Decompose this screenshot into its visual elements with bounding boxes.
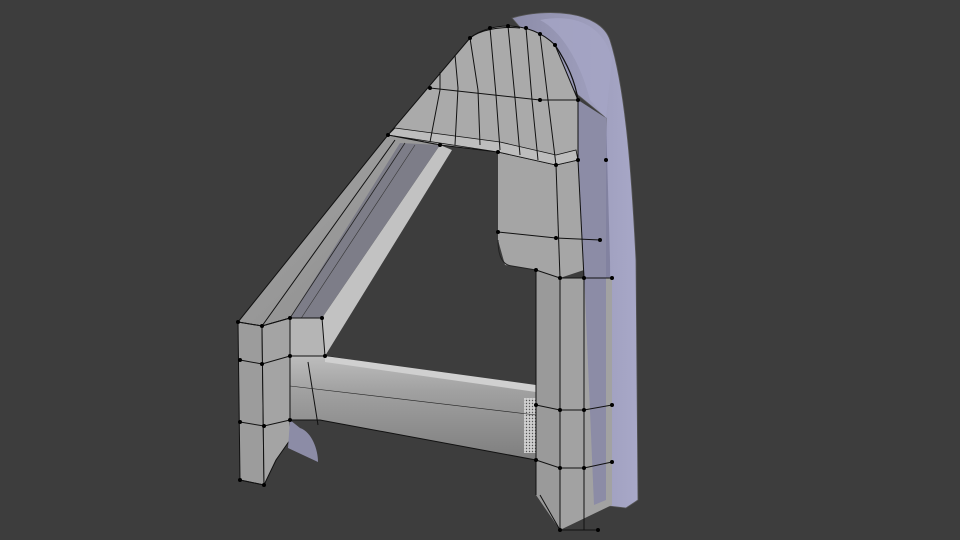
3d-viewport[interactable] xyxy=(0,0,960,540)
diagonal-beam xyxy=(237,134,452,356)
horizontal-beam xyxy=(289,355,537,461)
selected-face-highlight xyxy=(524,398,536,453)
mesh-render xyxy=(236,12,639,532)
